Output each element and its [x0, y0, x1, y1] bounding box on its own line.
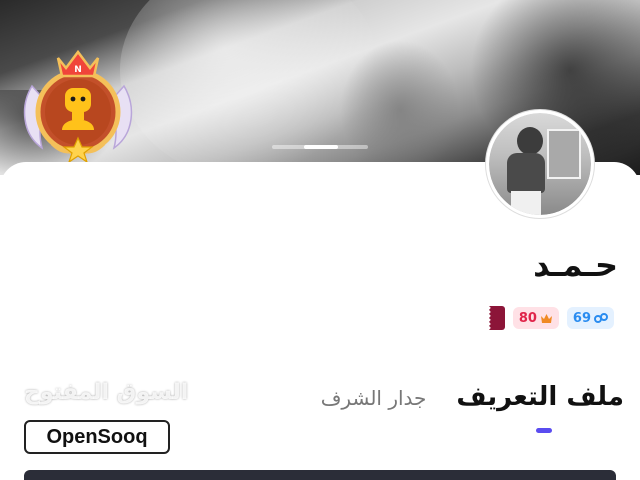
content-card-edge: [24, 470, 616, 480]
avatar-window: [547, 129, 581, 179]
avatar-torso: [507, 153, 545, 193]
tab-wall-of-honor[interactable]: جدار الشرف: [321, 386, 427, 410]
rank-badge-icon[interactable]: N: [18, 46, 138, 164]
watermark-arabic: السوق المفتوح: [24, 380, 189, 405]
badge-letter: N: [74, 65, 82, 75]
profile-tabs: ملف التعريف جدار الشرف: [321, 382, 624, 412]
followers-value: 69: [572, 310, 591, 326]
cover-shadow: [340, 40, 460, 175]
qatar-flag-icon: [484, 306, 505, 330]
tab-profile[interactable]: ملف التعريف: [456, 382, 624, 412]
avatar-photo: [489, 113, 591, 215]
followers-chip[interactable]: 69: [566, 307, 614, 329]
points-value: 80: [518, 310, 537, 326]
cover-pager: [272, 145, 368, 149]
tab-indicator: [536, 428, 552, 433]
avatar-legs: [511, 191, 541, 215]
points-chip[interactable]: 80: [512, 307, 559, 329]
watermark-logo: OpenSooq: [24, 420, 170, 454]
cover-pager-active: [304, 145, 338, 149]
link-icon: [594, 313, 608, 323]
avatar-head: [517, 127, 543, 155]
profile-avatar[interactable]: [486, 110, 594, 218]
crown-icon: [540, 313, 552, 323]
profile-stats: 80 69: [484, 306, 614, 330]
profile-name: حـمـد: [533, 246, 618, 284]
